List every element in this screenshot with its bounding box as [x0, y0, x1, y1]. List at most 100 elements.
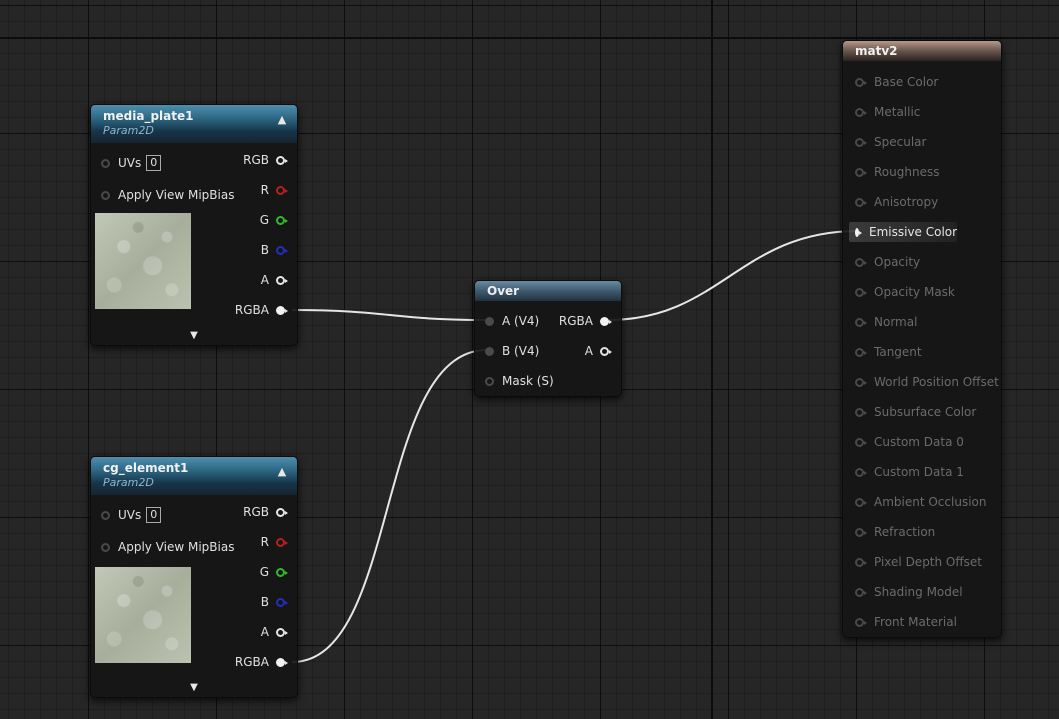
pin-circle-icon[interactable]	[855, 377, 867, 387]
pin-circle-icon[interactable]	[855, 197, 867, 207]
output-g[interactable]: G	[260, 562, 288, 582]
pin-circle-icon[interactable]	[855, 497, 867, 507]
input-normal[interactable]: Normal	[855, 312, 917, 332]
output-a[interactable]: A	[261, 270, 288, 290]
node-header[interactable]: media_plate1 Param2D ▲	[91, 105, 297, 143]
node-title[interactable]: Over	[475, 281, 621, 301]
wire-over-rgba-to-emissive[interactable]	[607, 230, 859, 321]
node-material-result[interactable]: matv2 Base Color Metallic Specular Rough…	[842, 40, 1002, 638]
node-header[interactable]: cg_element1 Param2D ▲	[91, 457, 297, 495]
input-metallic[interactable]: Metallic	[855, 102, 920, 122]
output-rgb[interactable]: RGB	[243, 502, 288, 522]
pin-circle-icon[interactable]	[855, 107, 867, 117]
uvs-value-field[interactable]: 0	[146, 155, 162, 171]
pin-circle-icon[interactable]	[276, 305, 288, 315]
node-cg-element[interactable]: cg_element1 Param2D ▲ UVs 0 Apply View M…	[90, 456, 298, 698]
output-b[interactable]: B	[261, 240, 288, 260]
pin-circle-icon[interactable]	[276, 537, 288, 547]
pin-circle-icon[interactable]	[855, 167, 867, 177]
input-uvs[interactable]: UVs 0	[101, 505, 162, 525]
pin-circle-icon[interactable]	[276, 627, 288, 637]
pin-circle-icon[interactable]	[276, 275, 288, 285]
pin-circle-icon[interactable]	[101, 190, 110, 200]
input-front-material[interactable]: Front Material	[855, 612, 957, 632]
input-apply-view-mipbias[interactable]: Apply View MipBias	[101, 537, 234, 557]
pin-label: RGBA	[558, 314, 593, 328]
input-specular[interactable]: Specular	[855, 132, 926, 152]
pin-circle-icon[interactable]	[276, 215, 288, 225]
pin-circle-icon[interactable]	[101, 158, 110, 168]
input-custom-data-0[interactable]: Custom Data 0	[855, 432, 964, 452]
pin-circle-icon[interactable]	[485, 346, 494, 356]
input-refraction[interactable]: Refraction	[855, 522, 935, 542]
pin-circle-icon[interactable]	[276, 185, 288, 195]
pin-circle-icon[interactable]	[855, 137, 867, 147]
node-over[interactable]: Over A (V4) B (V4) Mask (S) RGBA A	[474, 280, 622, 397]
pin-circle-icon[interactable]	[855, 257, 867, 267]
pin-circle-icon[interactable]	[101, 542, 110, 552]
pin-circle-icon[interactable]	[855, 437, 867, 447]
pin-circle-icon[interactable]	[855, 77, 867, 87]
pin-circle-icon[interactable]	[855, 347, 867, 357]
output-r[interactable]: R	[261, 180, 288, 200]
uvs-value-field[interactable]: 0	[146, 507, 162, 523]
pin-circle-icon[interactable]	[276, 567, 288, 577]
input-shading-model[interactable]: Shading Model	[855, 582, 963, 602]
pin-circle-icon[interactable]	[276, 507, 288, 517]
pin-circle-icon[interactable]	[600, 316, 612, 326]
output-a[interactable]: A	[585, 341, 612, 361]
input-b-v4[interactable]: B (V4)	[485, 341, 539, 361]
input-custom-data-1[interactable]: Custom Data 1	[855, 462, 964, 482]
pin-circle-icon[interactable]	[855, 527, 867, 537]
output-b[interactable]: B	[261, 592, 288, 612]
pin-circle-icon[interactable]	[276, 245, 288, 255]
pin-circle-icon[interactable]	[101, 510, 110, 520]
input-pixel-depth-offset[interactable]: Pixel Depth Offset	[855, 552, 982, 572]
pin-circle-icon[interactable]	[855, 587, 867, 597]
pin-circle-icon[interactable]	[485, 316, 494, 326]
pin-label: RGBA	[234, 655, 269, 669]
pin-circle-icon[interactable]	[276, 657, 288, 667]
pin-circle-icon[interactable]	[600, 346, 612, 356]
output-g[interactable]: G	[260, 210, 288, 230]
input-base-color[interactable]: Base Color	[855, 72, 938, 92]
pin-circle-icon[interactable]	[855, 617, 867, 627]
wire-media-rgba-to-over-a[interactable]	[291, 309, 488, 321]
pin-circle-icon[interactable]	[485, 376, 494, 386]
input-mask-s[interactable]: Mask (S)	[485, 371, 554, 391]
input-uvs[interactable]: UVs 0	[101, 153, 162, 173]
output-r[interactable]: R	[261, 532, 288, 552]
pin-circle-icon[interactable]	[855, 287, 867, 297]
node-title[interactable]: matv2	[843, 41, 1001, 61]
pin-circle-icon[interactable]	[855, 317, 867, 327]
input-world-position-offset[interactable]: World Position Offset	[855, 372, 999, 392]
input-ambient-occlusion[interactable]: Ambient Occlusion	[855, 492, 986, 512]
input-emissive-color[interactable]: Emissive Color	[849, 222, 957, 242]
pin-label: UVs	[118, 156, 142, 170]
input-subsurface-color[interactable]: Subsurface Color	[855, 402, 976, 422]
input-anisotropy[interactable]: Anisotropy	[855, 192, 938, 212]
chevron-down-icon[interactable]: ▼	[186, 682, 202, 694]
chevron-up-icon[interactable]: ▲	[275, 465, 289, 479]
chevron-up-icon[interactable]: ▲	[275, 113, 289, 127]
output-rgba[interactable]: RGBA	[234, 652, 288, 672]
output-rgba[interactable]: RGBA	[558, 311, 612, 331]
pin-circle-icon[interactable]	[276, 155, 288, 165]
output-rgba[interactable]: RGBA	[235, 300, 288, 320]
input-roughness[interactable]: Roughness	[855, 162, 939, 182]
wire-cg-rgba-to-over-b[interactable]	[291, 349, 488, 663]
input-apply-view-mipbias[interactable]: Apply View MipBias	[101, 185, 234, 205]
pin-circle-icon[interactable]	[855, 407, 867, 417]
pin-circle-icon[interactable]	[855, 227, 862, 237]
pin-circle-icon[interactable]	[855, 467, 867, 477]
input-opacity[interactable]: Opacity	[855, 252, 920, 272]
input-opacity-mask[interactable]: Opacity Mask	[855, 282, 955, 302]
input-tangent[interactable]: Tangent	[855, 342, 922, 362]
input-a-v4[interactable]: A (V4)	[485, 311, 539, 331]
output-rgb[interactable]: RGB	[243, 150, 288, 170]
pin-circle-icon[interactable]	[276, 597, 288, 607]
pin-circle-icon[interactable]	[855, 557, 867, 567]
node-media-plate[interactable]: media_plate1 Param2D ▲ UVs 0 Apply View …	[90, 104, 298, 346]
output-a[interactable]: A	[261, 622, 288, 642]
chevron-down-icon[interactable]: ▼	[186, 330, 202, 342]
